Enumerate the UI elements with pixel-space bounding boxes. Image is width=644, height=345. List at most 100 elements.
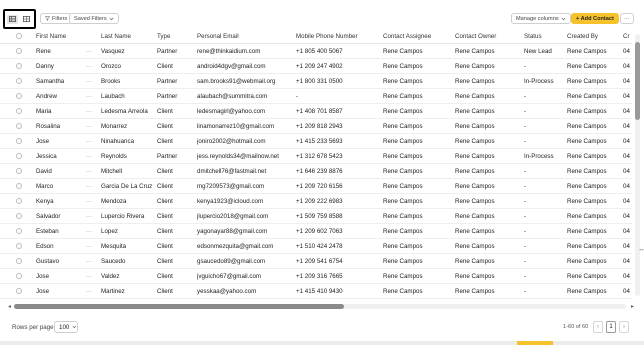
table-row[interactable]: Danny ··· Orozco Client android4dgv@gmail.co… xyxy=(0,58,632,74)
row-checkbox[interactable] xyxy=(16,152,22,159)
table-row[interactable]: Rene ··· Vasquez Partner rene@thinkaidium.co… xyxy=(0,43,632,59)
row-actions-menu[interactable]: ··· xyxy=(86,208,101,224)
row-actions-menu[interactable]: ··· xyxy=(86,88,101,104)
grid-view-button[interactable] xyxy=(6,14,18,24)
row-select-cell[interactable] xyxy=(0,223,36,239)
row-actions-menu[interactable]: ··· xyxy=(86,268,101,284)
table-row[interactable]: Samantha ··· Brooks Partner sam.brooks91@web… xyxy=(0,73,632,89)
previous-page-button[interactable]: ‹ xyxy=(593,321,603,333)
select-all-checkbox[interactable] xyxy=(16,33,22,40)
row-select-cell[interactable] xyxy=(0,118,36,134)
saved-filters-dropdown[interactable]: Saved Filters xyxy=(69,13,119,24)
row-checkbox[interactable] xyxy=(16,242,22,249)
row-actions-menu[interactable]: ··· xyxy=(86,178,101,194)
page-number-button[interactable]: 1 xyxy=(606,321,616,333)
row-select-cell[interactable] xyxy=(0,73,36,89)
table-row[interactable]: Salvador ··· Lupercio Rivera Client jluperci… xyxy=(0,208,632,224)
row-checkbox[interactable] xyxy=(16,122,22,129)
column-header[interactable]: Mobile Phone Number xyxy=(296,30,383,44)
row-checkbox[interactable] xyxy=(16,47,22,54)
table-row[interactable]: Maria ··· Ledesma Arreola Client ledesmagirl… xyxy=(0,103,632,119)
row-actions-menu[interactable]: ··· xyxy=(86,148,101,164)
row-actions-menu[interactable]: ··· xyxy=(86,58,101,74)
row-actions-menu[interactable]: ··· xyxy=(86,43,101,59)
column-header[interactable]: First Name xyxy=(36,30,86,44)
horizontal-scrollbar[interactable]: ◂ ▸ xyxy=(8,303,634,310)
next-page-button[interactable]: › xyxy=(619,321,629,333)
table-row[interactable]: David ··· Mitchell Client dmitchell76@fastma… xyxy=(0,163,632,179)
column-header[interactable]: Contact Assignee xyxy=(383,30,455,44)
table-row[interactable]: Edson ··· Mesquita Client edsonmezquita@gmai… xyxy=(0,238,632,254)
table-row[interactable]: Andrew ··· Laubach Partner alaubach@summitra… xyxy=(0,88,632,104)
table-row[interactable]: Jose ··· Martinez Client yesskaa@yahoo.com +1… xyxy=(0,283,632,299)
column-header[interactable]: Personal Email xyxy=(197,30,296,44)
row-checkbox[interactable] xyxy=(16,272,22,279)
table-row[interactable]: Jose ··· Ninahuanca Client joniro2002@hotmai… xyxy=(0,133,632,149)
row-checkbox[interactable] xyxy=(16,167,22,174)
row-select-cell[interactable] xyxy=(0,163,36,179)
column-header[interactable]: Created By xyxy=(567,30,623,44)
column-header[interactable]: Type xyxy=(157,30,197,44)
row-select-cell[interactable] xyxy=(0,283,36,299)
add-contact-button[interactable]: + Add Contact xyxy=(571,13,619,24)
view-toggle[interactable] xyxy=(3,9,36,29)
row-checkbox[interactable] xyxy=(16,257,22,264)
scroll-right-arrow-icon[interactable]: ▸ xyxy=(631,303,634,310)
row-select-cell[interactable] xyxy=(0,148,36,164)
row-actions-menu[interactable]: ··· xyxy=(86,103,101,119)
row-actions-menu[interactable]: ··· xyxy=(86,118,101,134)
row-checkbox[interactable] xyxy=(16,212,22,219)
vertical-scrollbar[interactable] xyxy=(635,34,640,296)
table-row[interactable]: Rosalina ··· Monarrez Client linamonarrez10@… xyxy=(0,118,632,134)
row-actions-menu[interactable]: ··· xyxy=(86,163,101,179)
row-checkbox[interactable] xyxy=(16,62,22,69)
row-select-cell[interactable] xyxy=(0,43,36,59)
row-checkbox[interactable] xyxy=(16,197,22,204)
table-row[interactable]: Gustavo ··· Saucedo Client gsaucedo89@gmail.… xyxy=(0,253,632,269)
table-row[interactable]: Esteban ··· Lopez Client yagonayar88@gmail.c… xyxy=(0,223,632,239)
column-header[interactable]: Contact Owner xyxy=(455,30,524,44)
row-actions-menu[interactable]: ··· xyxy=(86,133,101,149)
more-options-button[interactable]: ··· xyxy=(620,13,634,24)
table-row[interactable]: Jose ··· Valdez Client jvguicho67@gmail.com +… xyxy=(0,268,632,284)
row-select-cell[interactable] xyxy=(0,193,36,209)
row-select-cell[interactable] xyxy=(0,253,36,269)
horizontal-scrollbar-thumb[interactable] xyxy=(14,304,344,309)
table-row[interactable]: Kenya ··· Mendoza Client kenya1923@icloud.co… xyxy=(0,193,632,209)
row-actions-menu[interactable]: ··· xyxy=(86,283,101,299)
row-select-cell[interactable] xyxy=(0,103,36,119)
scroll-left-arrow-icon[interactable]: ◂ xyxy=(8,303,11,310)
column-header[interactable]: Last Name xyxy=(101,30,157,44)
row-select-cell[interactable] xyxy=(0,133,36,149)
rows-per-page-select[interactable]: 100 xyxy=(54,321,78,333)
table-row[interactable]: Marco ··· Garcia De La Cruz Client mg7209573… xyxy=(0,178,632,194)
row-actions-menu[interactable]: ··· xyxy=(86,253,101,269)
horizontal-scrollbar-track[interactable] xyxy=(14,304,626,309)
row-actions-menu[interactable]: ··· xyxy=(86,193,101,209)
select-all-header[interactable] xyxy=(0,30,36,44)
row-actions-menu[interactable]: ··· xyxy=(86,73,101,89)
column-header[interactable]: Cr xyxy=(623,30,632,44)
list-view-button[interactable] xyxy=(21,15,32,24)
filters-button[interactable]: Filters xyxy=(40,13,73,24)
resize-handle-icon[interactable]: ↔ xyxy=(638,246,644,253)
row-select-cell[interactable] xyxy=(0,58,36,74)
row-checkbox[interactable] xyxy=(16,182,22,189)
row-select-cell[interactable] xyxy=(0,208,36,224)
row-checkbox[interactable] xyxy=(16,287,22,294)
row-checkbox[interactable] xyxy=(16,77,22,84)
row-checkbox[interactable] xyxy=(16,107,22,114)
manage-columns-dropdown[interactable]: Manage columns xyxy=(511,13,571,24)
vertical-scrollbar-thumb[interactable] xyxy=(635,42,640,120)
table-row[interactable]: Jessica ··· Reynolds Partner jess.reynolds34… xyxy=(0,148,632,164)
row-checkbox[interactable] xyxy=(16,137,22,144)
row-checkbox[interactable] xyxy=(16,92,22,99)
row-select-cell[interactable] xyxy=(0,238,36,254)
column-header[interactable]: Status xyxy=(524,30,567,44)
row-actions-menu[interactable]: ··· xyxy=(86,238,101,254)
row-checkbox[interactable] xyxy=(16,227,22,234)
row-select-cell[interactable] xyxy=(0,178,36,194)
row-actions-menu[interactable]: ··· xyxy=(86,223,101,239)
row-select-cell[interactable] xyxy=(0,88,36,104)
row-select-cell[interactable] xyxy=(0,268,36,284)
